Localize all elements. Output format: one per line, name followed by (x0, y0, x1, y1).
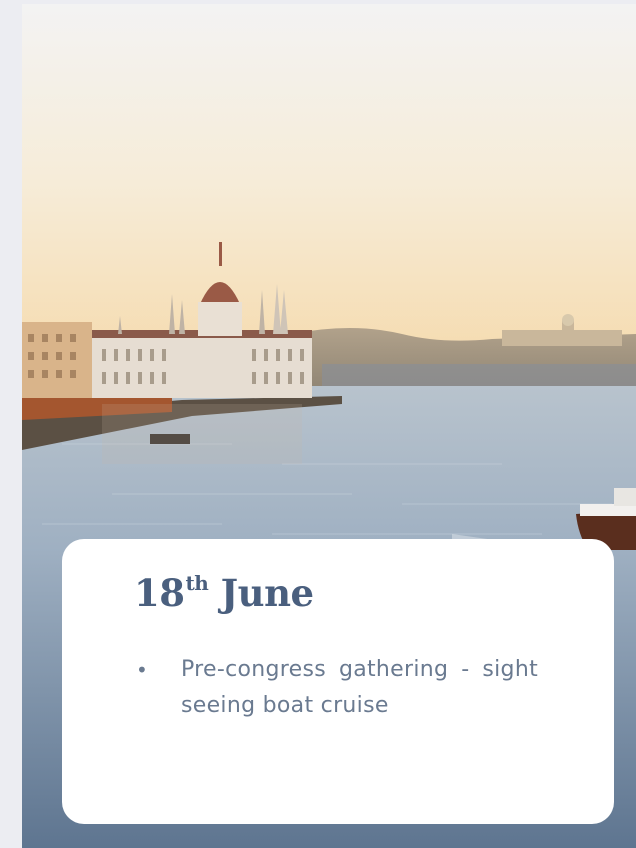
event-list: • Pre-congress gathering - sight seeing … (134, 652, 538, 724)
bullet-icon: • (136, 658, 149, 682)
event-date-heading: 18th June (134, 571, 314, 615)
event-card: 18th June • Pre-congress gathering - sig… (62, 539, 614, 824)
date-day: 18 (134, 571, 185, 615)
page: 18th June • Pre-congress gathering - sig… (0, 0, 636, 848)
date-month: June (220, 571, 314, 615)
event-item-text: Pre-congress gathering - sight seeing bo… (181, 657, 538, 718)
date-ordinal-suffix: th (185, 571, 209, 595)
event-list-item: • Pre-congress gathering - sight seeing … (134, 652, 538, 724)
